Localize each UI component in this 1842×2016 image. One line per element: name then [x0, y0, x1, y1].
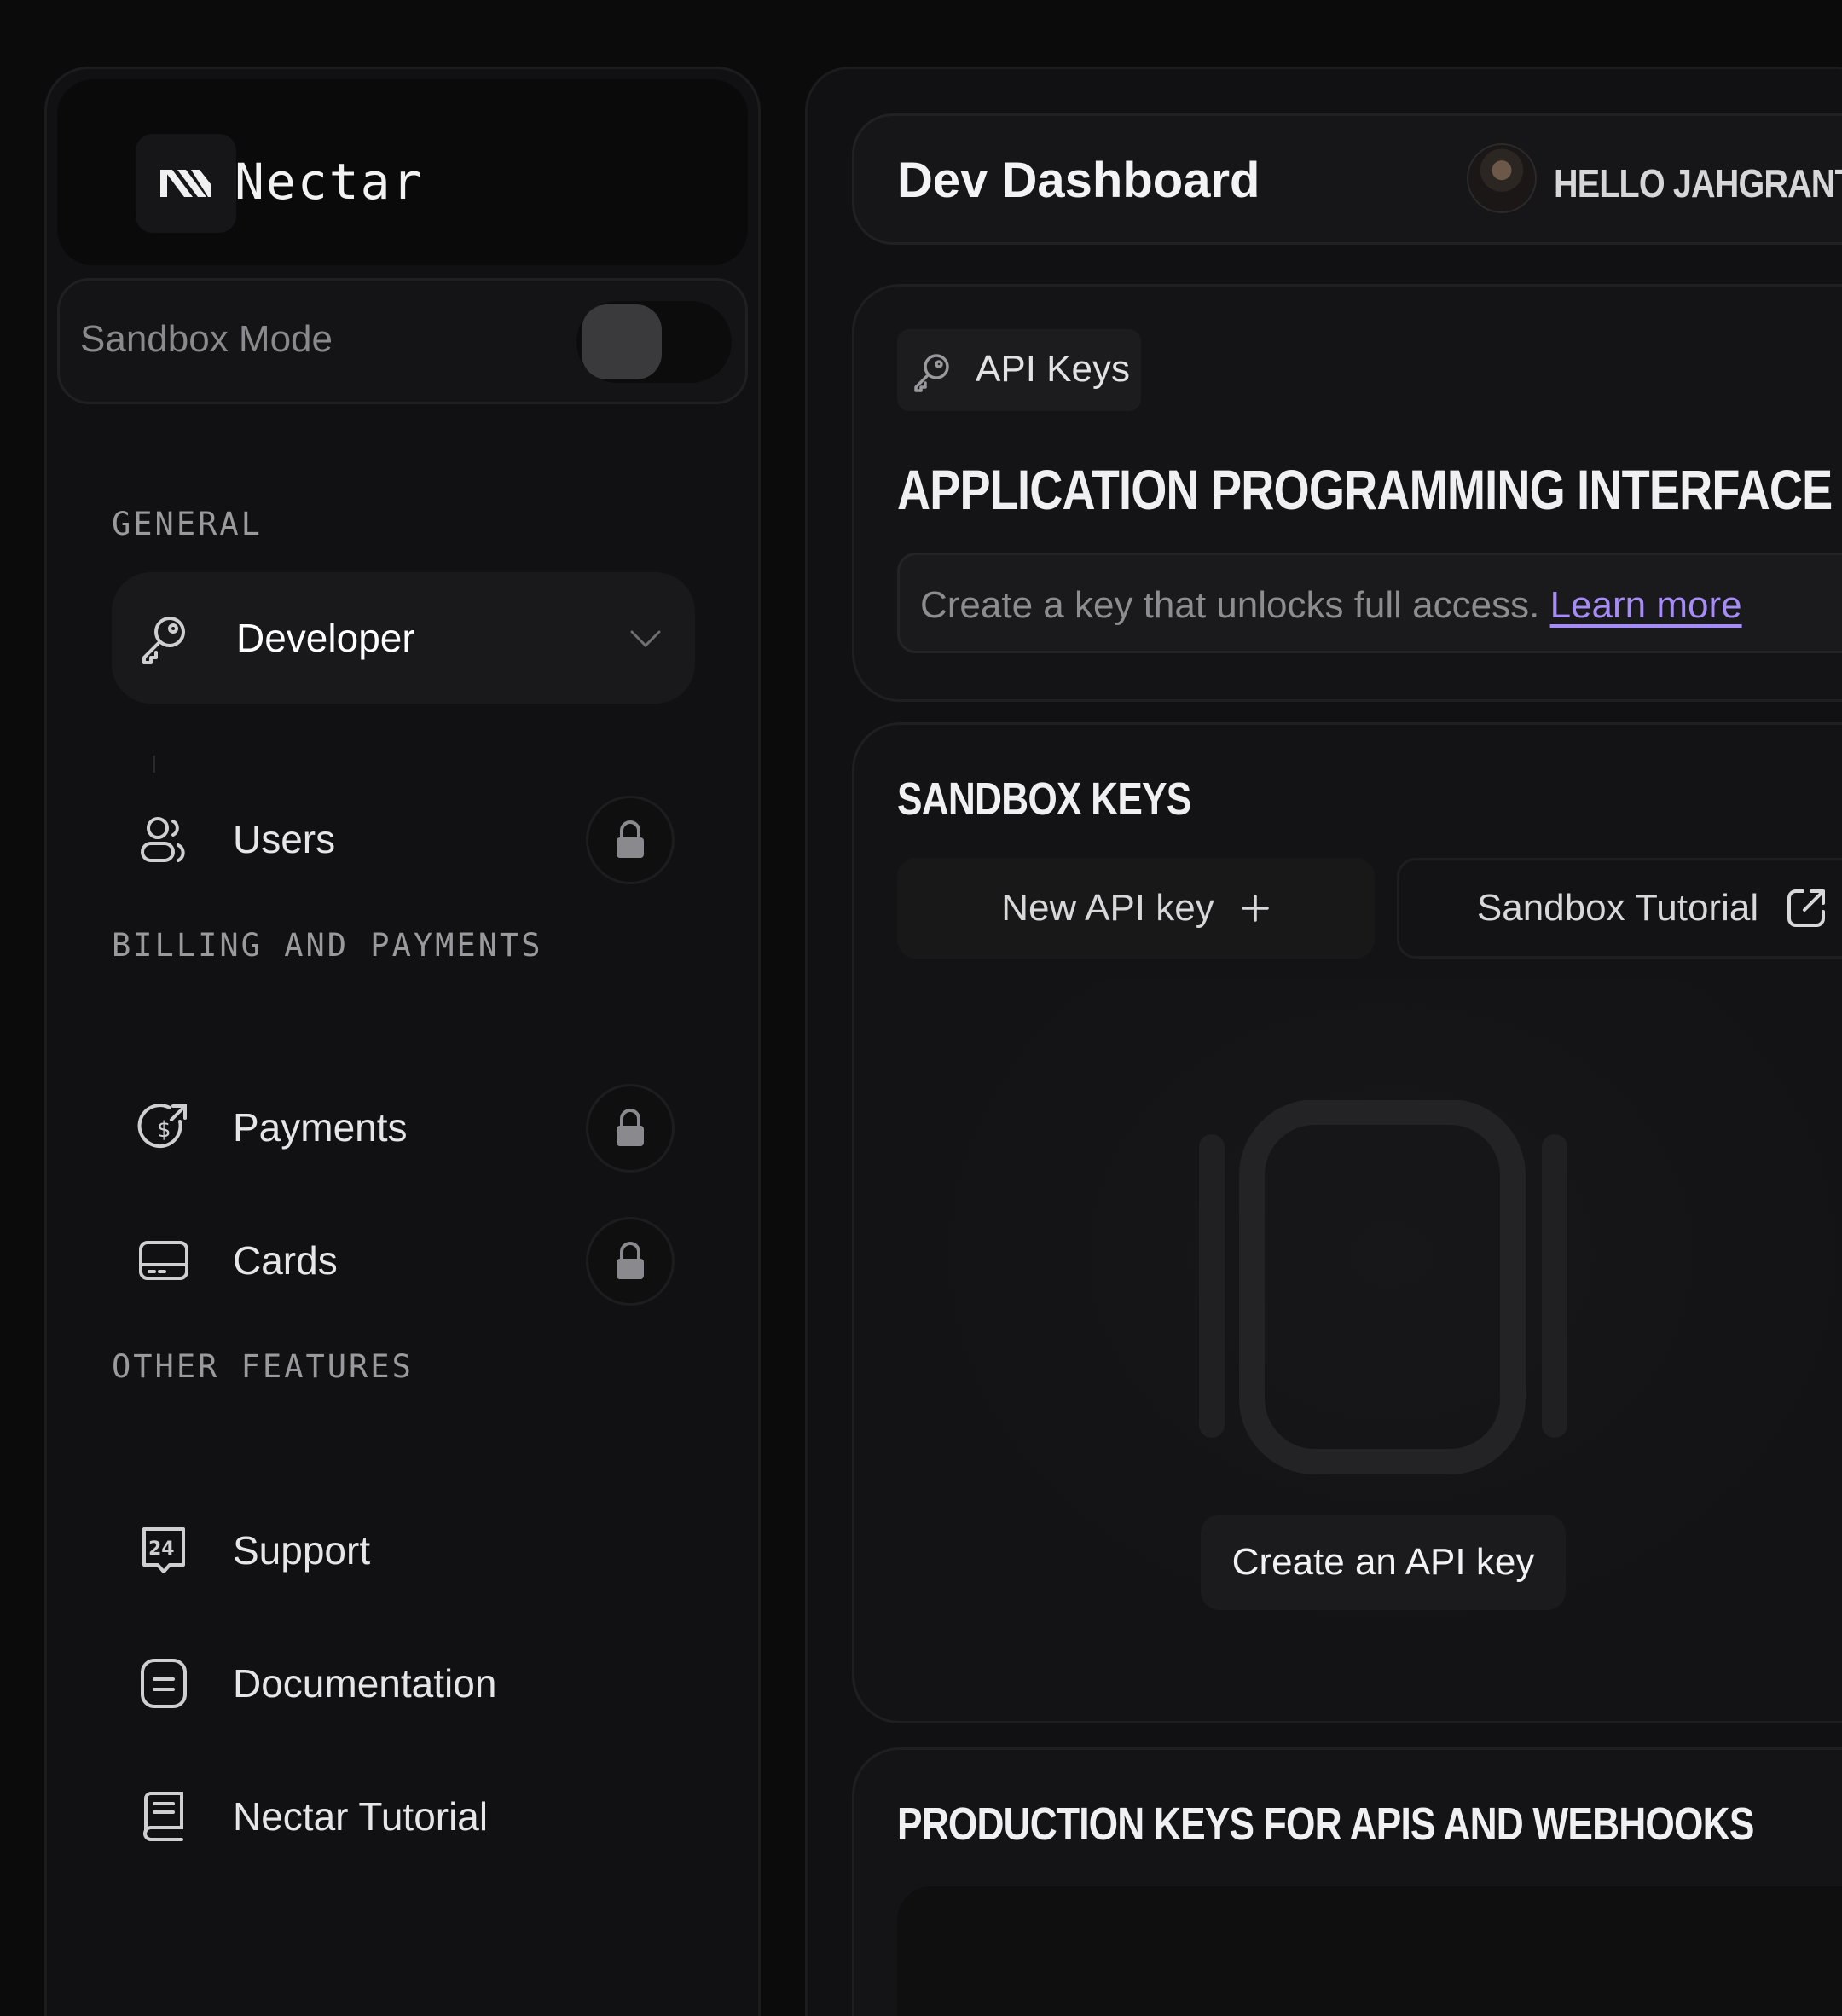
external-link-icon — [1787, 889, 1826, 927]
key-icon — [142, 617, 185, 664]
create-api-key-button[interactable]: Create an API key — [1201, 1515, 1566, 1610]
section-title-other: OTHER FEATURES — [112, 1348, 414, 1385]
sandbox-tutorial-label: Sandbox Tutorial — [1476, 887, 1759, 929]
support-24-icon: 24 — [142, 1527, 185, 1573]
sidebar-item-label: Cards — [233, 1238, 338, 1283]
sidebar-item-users[interactable]: Users — [112, 773, 695, 905]
app-root: Nectar Sandbox Mode GENERAL Developer Us… — [0, 0, 1842, 2016]
svg-text:24: 24 — [148, 1538, 175, 1560]
users-icon — [141, 817, 185, 862]
svg-text:$: $ — [157, 1117, 171, 1143]
avatar[interactable] — [1467, 143, 1537, 213]
toggle-knob — [582, 304, 662, 379]
api-info-message: Create a key that unlocks full access. — [920, 584, 1540, 626]
document-icon — [141, 1659, 187, 1708]
sandbox-mode-toggle[interactable] — [576, 301, 732, 383]
api-info-text: Create a key that unlocks full access. L… — [920, 584, 1742, 627]
brand-header: Nectar — [57, 79, 748, 265]
tutorial-icon — [143, 1792, 183, 1841]
sidebar-item-label: Documentation — [233, 1661, 497, 1706]
sidebar-item-cards[interactable]: Cards — [112, 1195, 695, 1326]
sidebar-item-developer[interactable]: Developer — [112, 572, 695, 704]
lock-icon — [617, 1242, 644, 1279]
sidebar-item-payments[interactable]: $ Payments — [112, 1062, 695, 1193]
page-title: Dev Dashboard — [897, 153, 1260, 208]
production-keys-heading: PRODUCTION KEYS FOR APIS AND WEBHOOKS — [897, 1799, 1754, 1850]
main-panel: Dev Dashboard HELLO JAHGRANT API Keys AP… — [805, 67, 1842, 2016]
sandbox-mode-label: Sandbox Mode — [80, 318, 333, 360]
payments-icon: $ — [137, 1104, 187, 1149]
sandbox-keys-heading: SANDBOX KEYS — [897, 773, 1191, 825]
empty-keys-illustration-icon — [1199, 1100, 1567, 1474]
sidebar-item-label: Users — [233, 817, 336, 861]
lock-button[interactable] — [586, 796, 675, 884]
brand-name: Nectar — [235, 153, 424, 211]
sandbox-tutorial-button[interactable]: Sandbox Tutorial — [1397, 858, 1842, 959]
sidebar: Nectar Sandbox Mode GENERAL Developer Us… — [44, 67, 761, 2016]
lock-icon — [617, 1109, 644, 1146]
lock-button[interactable] — [586, 1217, 675, 1306]
api-section-heading: APPLICATION PROGRAMMING INTERFACE — [897, 458, 1833, 521]
sidebar-item-documentation[interactable]: Documentation — [112, 1618, 695, 1749]
production-keys-content — [897, 1886, 1842, 2016]
plus-icon — [1241, 895, 1269, 922]
sidebar-item-nectar-tutorial[interactable]: Nectar Tutorial — [112, 1751, 695, 1882]
sidebar-item-label: Payments — [233, 1105, 408, 1150]
section-title-general: GENERAL — [112, 506, 263, 542]
lock-button[interactable] — [586, 1084, 675, 1173]
section-title-billing: BILLING AND PAYMENTS — [112, 927, 543, 964]
empty-state: Create an API key — [897, 981, 1842, 1663]
sidebar-item-label: Developer — [236, 616, 415, 660]
sidebar-item-support[interactable]: 24 Support — [112, 1485, 695, 1616]
api-keys-card: API Keys APPLICATION PROGRAMMING INTERFA… — [852, 284, 1842, 702]
learn-more-link[interactable]: Learn more — [1550, 584, 1742, 626]
api-keys-chip: API Keys — [897, 329, 1141, 411]
card-icon — [139, 1241, 188, 1280]
api-info-bar: Create a key that unlocks full access. L… — [897, 553, 1842, 653]
new-api-key-button[interactable]: New API key — [897, 858, 1375, 959]
api-keys-chip-label: API Keys — [976, 348, 1130, 390]
sidebar-item-label: Nectar Tutorial — [233, 1794, 489, 1839]
key-icon — [914, 354, 949, 392]
lock-icon — [617, 820, 644, 858]
production-keys-card: PRODUCTION KEYS FOR APIS AND WEBHOOKS — [852, 1747, 1842, 2016]
new-api-key-label: New API key — [1001, 887, 1214, 929]
chevron-down-icon[interactable] — [627, 620, 664, 658]
nectar-logo-icon[interactable] — [136, 134, 236, 233]
sidebar-item-label: Support — [233, 1528, 371, 1573]
sandbox-mode-row: Sandbox Mode — [57, 278, 748, 404]
sandbox-keys-card: SANDBOX KEYS New API key Sandbox Tutoria… — [852, 722, 1842, 1723]
tree-connector — [153, 756, 155, 773]
user-greeting: HELLO JAHGRANT — [1554, 161, 1842, 206]
page-header: Dev Dashboard HELLO JAHGRANT — [852, 113, 1842, 245]
